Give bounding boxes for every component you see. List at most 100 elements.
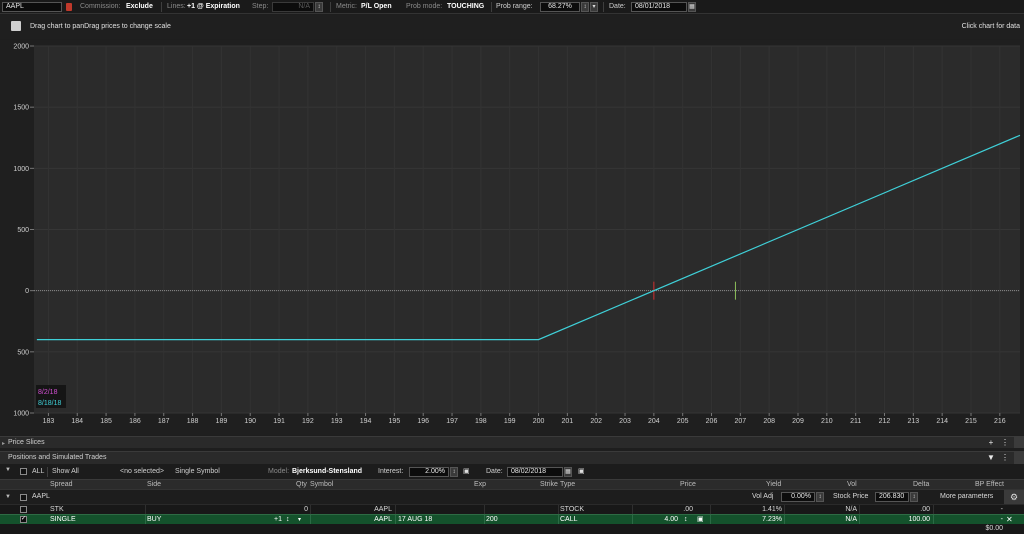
lock-icon[interactable]: ▣	[697, 516, 704, 524]
stock-price-input[interactable]: 206.830	[875, 492, 909, 502]
lines-value[interactable]: +1 @ Expiration	[187, 0, 240, 14]
positions-column-header: Spread Side Qty Symbol Exp Strike Type P…	[0, 479, 1024, 489]
x-tick-label: 193	[331, 418, 343, 425]
prob-range-stepper-icon[interactable]: ↕	[581, 2, 589, 12]
selected-dropdown[interactable]: <no selected>	[120, 464, 164, 479]
x-tick-label: 198	[475, 418, 487, 425]
x-tick-label: 192	[302, 418, 314, 425]
x-tick-label: 213	[907, 418, 919, 425]
x-tick-label: 194	[360, 418, 372, 425]
step-stepper-icon[interactable]: ↕	[315, 2, 323, 12]
prob-mode-value[interactable]: TOUCHING	[447, 0, 484, 14]
all-label: ALL	[32, 468, 45, 475]
collapse-arrow-icon[interactable]: ▼	[5, 467, 11, 473]
x-tick-label: 207	[735, 418, 747, 425]
lines-label: Lines:	[167, 3, 186, 10]
x-tick-label: 208	[763, 418, 775, 425]
step-label: Step:	[252, 3, 269, 10]
toolbar-divider	[603, 2, 604, 12]
calendar-icon[interactable]: ▦	[688, 2, 696, 12]
total-bp-effect: $0.00	[985, 525, 1003, 532]
pan-hint-text: Drag chart to panDrag prices to change s…	[30, 23, 171, 30]
x-tick-label: 205	[677, 418, 689, 425]
select-all-checkbox[interactable]	[20, 468, 27, 475]
price-slices-bar[interactable]: Price Slices ▸ + ⋮	[0, 436, 1024, 448]
x-tick-label: 186	[129, 418, 141, 425]
step-input[interactable]: N/A	[272, 2, 314, 12]
x-tick-label: 187	[158, 418, 170, 425]
x-tick-label: 201	[562, 418, 574, 425]
more-menu-icon[interactable]: ⋮	[999, 437, 1011, 449]
interest-stepper-icon[interactable]: ↕	[450, 467, 458, 477]
lock-icon[interactable]: ▣	[463, 467, 470, 475]
positions-bar[interactable]: Positions and Simulated Trades ▼ ⋮	[0, 451, 1024, 464]
filter-icon[interactable]: ▼	[985, 452, 997, 464]
chart-legend: 8/2/18 8/18/18	[36, 385, 66, 408]
show-all-dropdown[interactable]: Show All	[52, 464, 79, 479]
risk-profile-chart[interactable]: 2000 1500 1000 500 0 500 1000 183 184 185 186 187 1…	[0, 40, 1024, 435]
more-menu-icon[interactable]: ⋮	[999, 452, 1011, 464]
group-checkbox[interactable]	[20, 494, 27, 501]
qty-dropdown-icon[interactable]: ▾	[298, 516, 301, 524]
qty-stepper-icon[interactable]: ↕	[286, 516, 290, 524]
chart-hint-bar: Drag chart to panDrag prices to change s…	[0, 15, 1024, 39]
group-symbol: AAPL	[32, 493, 50, 500]
x-tick-label: 199	[504, 418, 516, 425]
lock-icon[interactable]: ▣	[578, 467, 585, 475]
x-tick-label: 202	[590, 418, 602, 425]
vol-adj-input[interactable]: 0.00%	[781, 492, 815, 502]
side-scrollbar[interactable]	[1014, 451, 1024, 464]
date-label: Date:	[609, 3, 626, 10]
vol-adj-stepper-icon[interactable]: ↕	[816, 492, 824, 502]
x-tick-label: 206	[706, 418, 718, 425]
gear-icon[interactable]: ⚙	[1004, 490, 1024, 505]
positions-title: Positions and Simulated Trades	[8, 454, 107, 461]
price-stepper-icon[interactable]: ↕	[684, 516, 688, 524]
x-tick-label: 214	[936, 418, 948, 425]
interest-label: Interest:	[378, 468, 404, 475]
prob-range-input[interactable]: 68.27%	[540, 2, 580, 12]
commission-value[interactable]: Exclude	[126, 0, 153, 14]
row-checkbox-checked[interactable]: ✓	[20, 516, 27, 523]
x-tick-label: 197	[446, 418, 458, 425]
prob-range-dropdown-icon[interactable]: ▾	[590, 2, 598, 12]
chart-settings-icon[interactable]	[11, 21, 21, 31]
toolbar-divider	[161, 2, 162, 12]
positions-toolbar: ▼ ALL Show All <no selected> Single Symb…	[0, 464, 1024, 479]
position-row-single[interactable]: ✓ SINGLE BUY +1 ↕ ▾ AAPL 17 AUG 18 200 C…	[0, 514, 1024, 525]
calendar-icon[interactable]: ▦	[564, 467, 572, 477]
position-row-stk[interactable]: STK 0 AAPL STOCK .00 1.41% N/A .00 -	[0, 504, 1024, 515]
row-checkbox[interactable]	[20, 506, 27, 513]
x-tick-label: 184	[71, 418, 83, 425]
positions-total-row: $0.00	[0, 524, 1024, 534]
date-input[interactable]: 08/01/2018	[631, 2, 687, 12]
collapse-arrow-icon[interactable]: ▸	[2, 440, 5, 447]
model-dropdown[interactable]: Bjerksund-Stensland	[292, 464, 362, 479]
more-parameters-button[interactable]: More parameters	[940, 492, 993, 502]
x-tick-label: 210	[821, 418, 833, 425]
symbol-input[interactable]: AAPL	[2, 2, 62, 12]
single-symbol-dropdown[interactable]: Single Symbol	[175, 464, 220, 479]
prob-range-label: Prob range:	[496, 3, 533, 10]
top-toolbar: AAPL Commission: Exclude Lines: +1 @ Exp…	[0, 0, 1024, 14]
legend-entry: 8/18/18	[38, 400, 61, 407]
metric-value[interactable]: P/L Open	[361, 0, 392, 14]
legend-entry: 8/2/18	[38, 389, 58, 396]
add-slice-icon[interactable]: +	[985, 437, 997, 449]
interest-input[interactable]: 2.00%	[409, 467, 449, 477]
trade-date-input[interactable]: 08/02/2018	[507, 467, 563, 477]
toolbar-divider	[491, 2, 492, 12]
x-tick-label: 203	[619, 418, 631, 425]
price-slices-title: Price Slices	[8, 439, 45, 446]
color-swatch-icon[interactable]	[66, 3, 72, 11]
click-chart-hint: Click chart for data	[961, 23, 1020, 30]
x-tick-label: 183	[43, 418, 55, 425]
stock-price-stepper-icon[interactable]: ↕	[910, 492, 918, 502]
commission-label: Commission:	[80, 3, 121, 10]
x-tick-label: 191	[273, 418, 285, 425]
vol-adj-label: Vol Adj	[752, 493, 774, 500]
prob-mode-label: Prob mode:	[406, 3, 443, 10]
symbol-group-row[interactable]: ▼ AAPL Vol Adj 0.00% ↕ Stock Price 206.8…	[0, 489, 1024, 505]
side-scrollbar[interactable]	[1014, 436, 1024, 448]
collapse-arrow-icon[interactable]: ▼	[5, 494, 11, 500]
